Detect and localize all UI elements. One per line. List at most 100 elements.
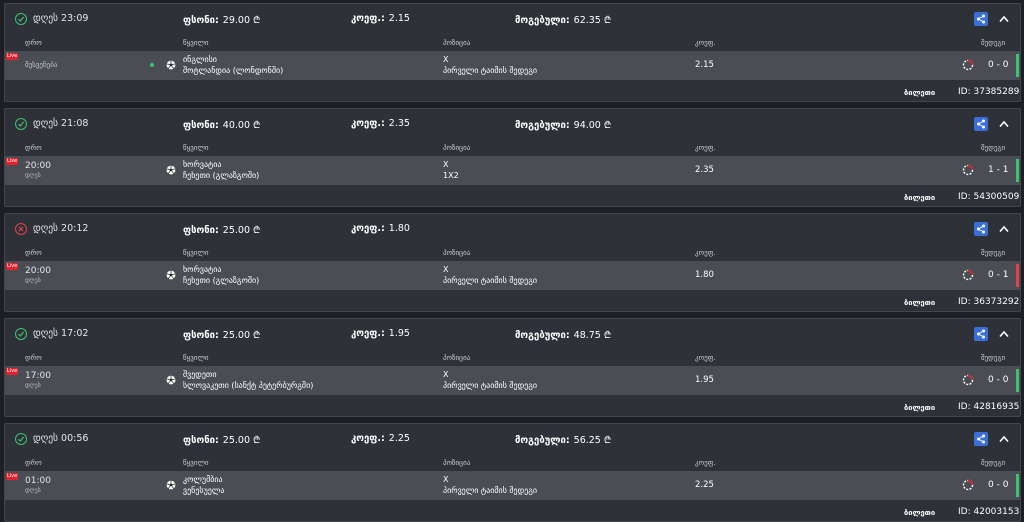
share-button[interactable] — [974, 222, 988, 236]
pick-outcome: X — [443, 160, 449, 169]
column-headers: დრო წყვილი პოზიცია კოეფ. შედეგი — [5, 454, 1020, 471]
odds-value: 2.15 — [388, 13, 410, 24]
col-result: შედეგი — [981, 459, 1006, 467]
col-position: პოზიცია — [443, 354, 471, 362]
match-score: 1 - 1 — [988, 165, 1009, 175]
bet-selection-row[interactable]: Live 01:00 დღეს კოლუმბია ვენესუელა X პირ… — [5, 471, 1020, 500]
share-button[interactable] — [974, 327, 988, 341]
ticket-footer: ბილეთი ID: 54300509 — [5, 185, 1020, 206]
pick-market: პირველი ტაიმის შედეგი — [443, 381, 538, 390]
ticket-id: ID: 42816935 — [958, 402, 1019, 412]
col-time: დრო — [25, 39, 42, 47]
odds-info: კოეფ.: 2.15 — [351, 13, 410, 24]
chevron-up-icon[interactable] — [997, 12, 1011, 26]
bet-ticket-card: დღეს 23:09 ფსონი: 29.00 ₾ კოეფ.: 2.15 მოგე… — [4, 3, 1021, 102]
ticket-label: ბილეთი — [904, 193, 936, 202]
ticket-id-label: ID: — [958, 507, 971, 517]
check-circle-icon — [15, 433, 27, 445]
ticket-id: ID: 37385289 — [958, 87, 1019, 97]
bet-selection-row[interactable]: Live 17:00 დღეს შვედეთი სლოვაკეთი (სანქტ… — [5, 366, 1020, 395]
ticket-id-value: 54300509 — [973, 192, 1020, 202]
stake-value: 29.00 ₾ — [222, 15, 261, 26]
ticket-id-value: 42003153 — [973, 507, 1020, 517]
team-home: შვედეთი — [183, 370, 217, 379]
share-button[interactable] — [974, 117, 988, 131]
live-badge: Live — [6, 368, 19, 375]
odds-label: კოეფ.: — [351, 118, 385, 129]
match-status: შესვენება — [25, 61, 58, 69]
football-icon — [166, 480, 176, 490]
chevron-up-icon[interactable] — [997, 327, 1011, 341]
ticket-id-label: ID: — [958, 192, 971, 202]
bet-selection-row[interactable]: Live 20:00 დღეს ხორვატია ჩეხეთი (გლაზგოშ… — [5, 261, 1020, 290]
football-icon — [166, 270, 176, 280]
pick-outcome: X — [443, 475, 449, 484]
chevron-up-icon[interactable] — [997, 117, 1011, 131]
odds-label: კოეფ.: — [351, 223, 385, 234]
stake-label: ფსონი: — [183, 15, 219, 26]
ticket-date: დღეს 17:02 — [33, 328, 89, 339]
match-time: 20:00 — [25, 161, 51, 171]
match-score: 0 - 0 — [988, 480, 1009, 490]
win-info: მოგებული: 62.35 ₾ — [515, 13, 611, 26]
football-icon — [166, 165, 176, 175]
match-time: 20:00 — [25, 266, 51, 276]
football-icon — [166, 375, 176, 385]
bet-selection-row[interactable]: Live შესვენება ინგლისი შოტლანდია (ლონდონ… — [5, 51, 1020, 80]
col-time: დრო — [25, 249, 42, 257]
col-event: წყვილი — [183, 249, 209, 257]
match-score: 0 - 1 — [988, 270, 1009, 280]
col-odd: კოეფ. — [695, 144, 716, 152]
ticket-header: დღეს 21:08 ფსონი: 40.00 ₾ კოეფ.: 2.35 მოგე… — [5, 109, 1020, 139]
odds-value: 1.80 — [388, 223, 410, 234]
pick-market: პირველი ტაიმის შედეგი — [443, 66, 538, 75]
ticket-id: ID: 36373292 — [958, 297, 1019, 307]
share-icon — [977, 329, 985, 339]
chevron-up-icon[interactable] — [997, 222, 1011, 236]
team-away: სლოვაკეთი (სანქტ პეტერბურგში) — [183, 381, 314, 390]
odds-info: კოეფ.: 2.35 — [351, 118, 410, 129]
ticket-id-label: ID: — [958, 402, 971, 412]
share-button[interactable] — [974, 432, 988, 446]
team-away: ჩეხეთი (გლაზგოში) — [183, 171, 260, 180]
stake-label: ფსონი: — [183, 225, 219, 236]
match-timer-icon — [962, 374, 974, 386]
odds-label: კოეფ.: — [351, 13, 385, 24]
live-badge: Live — [6, 53, 19, 60]
ticket-date: დღეს 20:12 — [33, 223, 89, 234]
ticket-footer: ბილეთი ID: 42816935 — [5, 395, 1020, 416]
bet-ticket-card: დღეს 17:02 ფსონი: 25.00 ₾ კოეფ.: 1.95 მოგე… — [4, 318, 1021, 417]
match-timer-icon — [962, 164, 974, 176]
match-score: 0 - 0 — [988, 375, 1009, 385]
odds-label: კოეფ.: — [351, 328, 385, 339]
team-home: ინგლისი — [183, 55, 217, 64]
col-event: წყვილი — [183, 459, 209, 467]
result-indicator-bar — [1016, 264, 1019, 287]
odds-value: 2.35 — [388, 118, 410, 129]
stake-info: ფსონი: 25.00 ₾ — [183, 433, 260, 446]
col-position: პოზიცია — [443, 39, 471, 47]
stake-label: ფსონი: — [183, 435, 219, 446]
team-away: ვენესუელა — [183, 486, 225, 495]
selection-odd: 2.25 — [695, 480, 714, 490]
ticket-header: დღეს 00:56 ფსონი: 25.00 ₾ კოეფ.: 2.25 მოგე… — [5, 424, 1020, 454]
col-odd: კოეფ. — [695, 354, 716, 362]
match-day: დღეს — [25, 277, 41, 284]
col-position: პოზიცია — [443, 144, 471, 152]
share-button[interactable] — [974, 12, 988, 26]
team-home: კოლუმბია — [183, 475, 223, 484]
ticket-label: ბილეთი — [904, 403, 936, 412]
chevron-up-icon[interactable] — [997, 432, 1011, 446]
odds-info: კოეფ.: 1.95 — [351, 328, 410, 339]
column-headers: დრო წყვილი პოზიცია კოეფ. შედეგი — [5, 139, 1020, 156]
team-away: შოტლანდია (ლონდონში) — [183, 66, 284, 75]
stake-value: 25.00 ₾ — [222, 435, 261, 446]
football-icon — [166, 60, 176, 70]
win-label: მოგებული: — [515, 330, 570, 341]
win-value: 94.00 ₾ — [573, 120, 612, 131]
match-time: 01:00 — [25, 476, 51, 486]
bet-selection-row[interactable]: Live 20:00 დღეს ხორვატია ჩეხეთი (გლაზგოშ… — [5, 156, 1020, 185]
ticket-id-label: ID: — [958, 297, 971, 307]
win-label: მოგებული: — [515, 435, 570, 446]
ticket-date: დღეს 21:08 — [33, 118, 89, 129]
